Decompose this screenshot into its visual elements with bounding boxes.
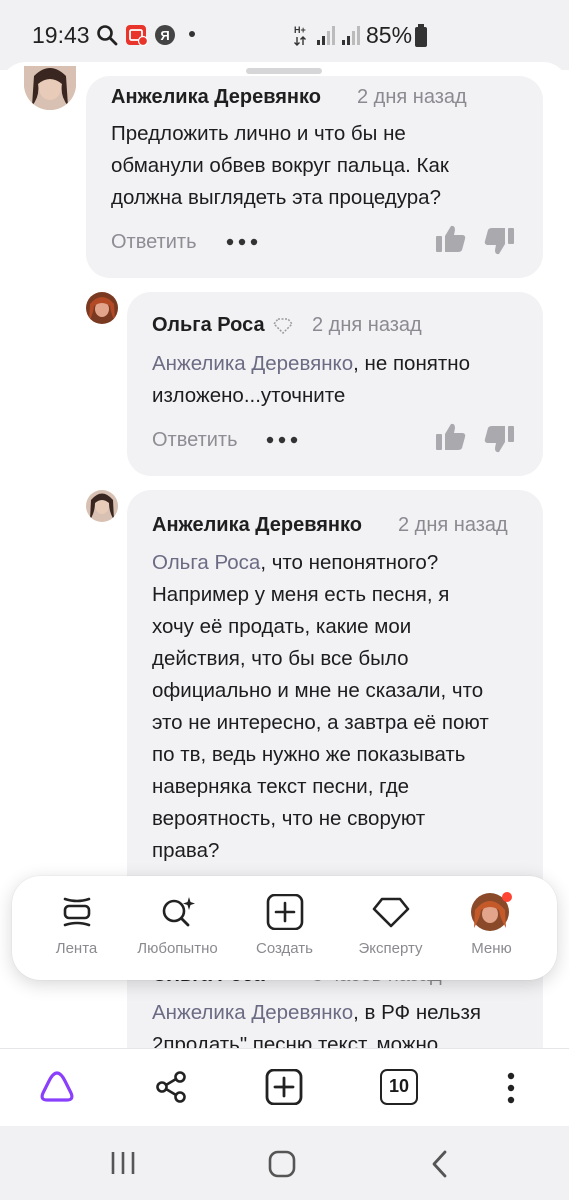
new-tab-icon[interactable]: [265, 1069, 303, 1105]
comment-time: 2 дня назад: [398, 514, 508, 536]
curious-search-icon: [162, 897, 195, 927]
comment-line: должна выглядеть эта процедура?: [111, 186, 441, 209]
svg-text:H+: H+: [294, 25, 306, 35]
nav-create[interactable]: Создать: [230, 876, 339, 980]
dot-icon: [189, 31, 195, 37]
feed-icon: [63, 897, 90, 927]
comment-line: Предложить лично и что бы не: [111, 122, 406, 145]
comment-line: , не понятно: [353, 352, 470, 375]
diamond-icon: [372, 897, 409, 928]
comment-line: это не интересно, а завтра её поют: [152, 711, 489, 734]
comment-text: Предложить лично и что бы не обманули об…: [111, 118, 531, 214]
more-options-icon[interactable]: [265, 434, 299, 446]
tabs-count: 10: [388, 1076, 410, 1096]
system-navigation-bar: [0, 1126, 569, 1200]
reply-button[interactable]: Ответить: [111, 231, 197, 254]
comment-line: права?: [152, 839, 220, 862]
nav-label: Создать: [255, 940, 313, 957]
sheet-grabber[interactable]: [246, 68, 322, 74]
signal-icon-2: [342, 26, 360, 45]
nav-label: Меню: [471, 940, 512, 957]
dislike-icon[interactable]: [483, 424, 515, 454]
comment-line: , в РФ нельзя: [353, 1001, 482, 1024]
home-icon[interactable]: [268, 1150, 296, 1178]
comment-line: действия, что бы все было: [152, 647, 409, 670]
alice-icon[interactable]: [38, 1069, 76, 1105]
status-bar: 19:43 Я H+ 85%: [0, 0, 569, 70]
tabs-counter-button[interactable]: 10: [380, 1069, 418, 1105]
nav-expert[interactable]: Эксперту: [336, 876, 445, 980]
comment-line: , что непонятного?: [260, 551, 439, 574]
battery-percent: 85%: [366, 22, 413, 48]
screen: 19:43 Я H+ 85% Анжелика Деревянко 2 дня …: [0, 0, 569, 1200]
like-icon[interactable]: [435, 422, 467, 452]
comment-line: наверняка текст песни, где: [152, 775, 410, 798]
comment-line: вероятность, что не своруют: [152, 807, 426, 830]
comment-line: по тв, ведь нужно же показывать: [152, 743, 466, 766]
comment-line: изложено...уточните: [152, 384, 346, 407]
battery-icon: [415, 24, 427, 47]
nav-label: Лента: [55, 940, 98, 957]
network-hplus-icon: H+: [294, 25, 306, 46]
status-time: 19:43: [32, 22, 90, 48]
comment-line: обманули обвев вокруг пальца. Как: [111, 154, 449, 177]
browser-toolbar: 10: [0, 1048, 569, 1128]
mention-link[interactable]: Анжелика Деревянко: [152, 1001, 353, 1024]
svg-text:Я: Я: [160, 28, 169, 43]
share-icon[interactable]: [154, 1071, 188, 1103]
bottom-navigation: Лента Любопытно Создать Эксперту Меню: [12, 876, 557, 980]
more-icon[interactable]: [504, 1071, 518, 1105]
news-app-icon: [126, 25, 149, 46]
comment-author[interactable]: Ольга Роса: [152, 314, 265, 337]
reply-button[interactable]: Ответить: [152, 429, 238, 452]
mention-link[interactable]: Ольга Роса: [152, 551, 260, 574]
comment-author[interactable]: Анжелика Деревянко: [111, 86, 321, 109]
avatar[interactable]: [86, 292, 118, 324]
comment-line: хочу её продать, какие мои: [152, 615, 412, 638]
yandex-app-icon: Я: [155, 25, 175, 45]
nav-label: Эксперту: [358, 940, 423, 957]
recents-icon[interactable]: [109, 1150, 137, 1176]
comment-text: Ольга Роса, что непонятного? Например у …: [152, 547, 537, 867]
signal-icon: [317, 26, 335, 45]
like-icon[interactable]: [435, 224, 467, 254]
comment-author[interactable]: Анжелика Деревянко: [152, 514, 362, 537]
back-icon[interactable]: [430, 1150, 450, 1178]
more-options-icon[interactable]: [225, 236, 259, 248]
comment-line: Например у меня есть песня, я: [152, 583, 450, 606]
comment-time: 2 дня назад: [312, 314, 422, 336]
nav-curious[interactable]: Любопытно: [123, 876, 232, 980]
nav-feed[interactable]: Лента: [22, 876, 131, 980]
comment-time: 2 дня назад: [357, 86, 467, 108]
comment-line: официально и мне не сказали, что: [152, 679, 484, 702]
comment-text: Анжелика Деревянко, не понятно изложено.…: [152, 348, 537, 412]
nav-label: Любопытно: [137, 940, 218, 957]
expert-badge-icon: [273, 318, 293, 334]
mention-link[interactable]: Анжелика Деревянко: [152, 352, 353, 375]
dislike-icon[interactable]: [483, 226, 515, 256]
menu-avatar-icon: [470, 892, 512, 931]
search-icon: [97, 25, 118, 46]
nav-menu[interactable]: Меню: [437, 876, 546, 980]
avatar[interactable]: [86, 490, 118, 522]
create-plus-icon: [266, 894, 303, 930]
